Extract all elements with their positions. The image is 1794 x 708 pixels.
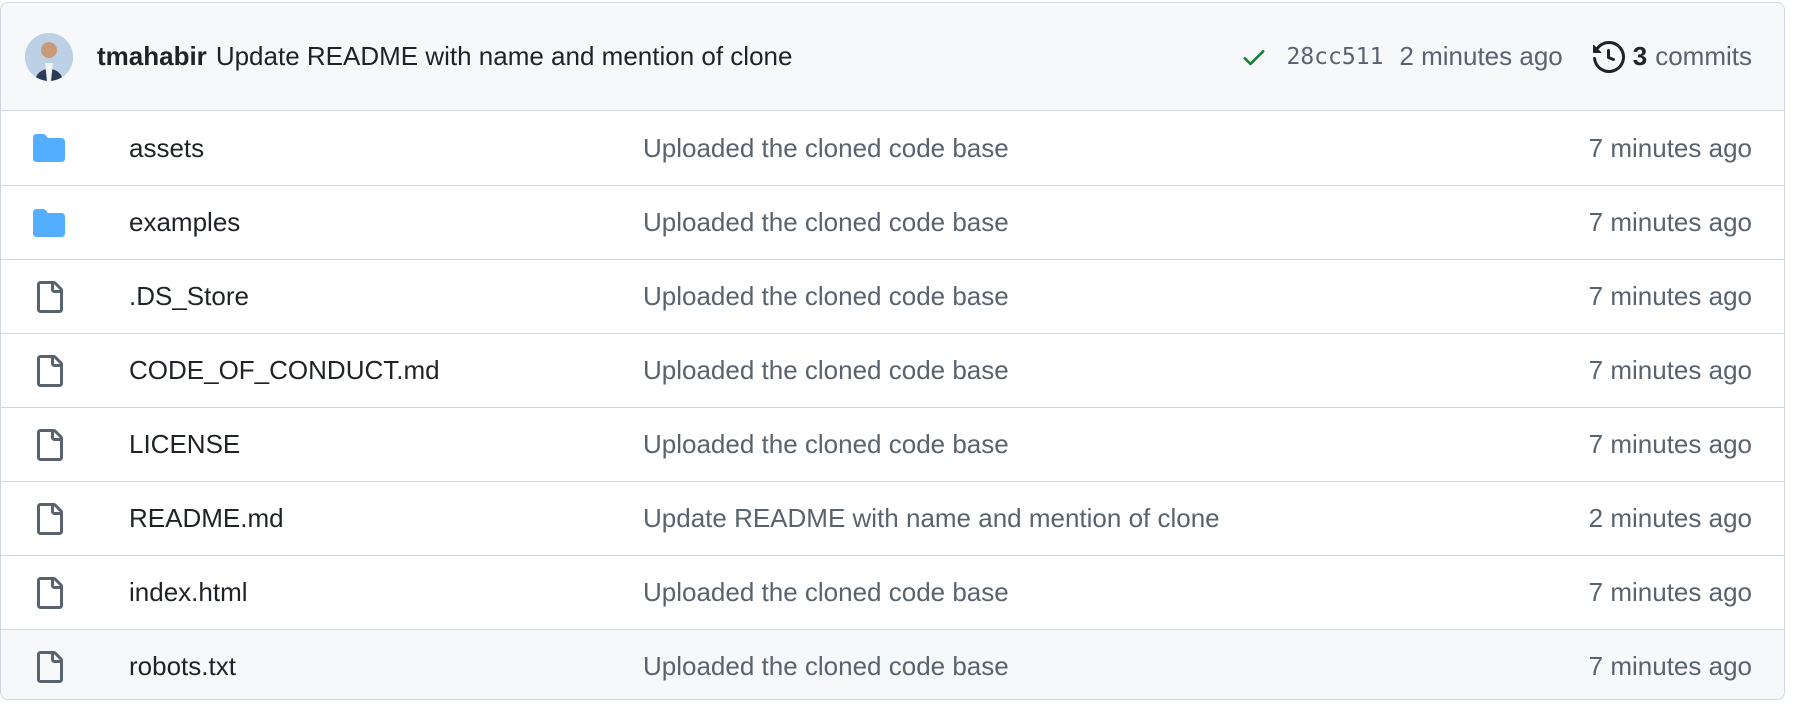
- file-icon: [33, 576, 65, 609]
- file-name-link[interactable]: index.html: [129, 577, 643, 608]
- file-commit-message-link[interactable]: Uploaded the cloned code base: [643, 281, 1589, 312]
- file-commit-time: 7 minutes ago: [1588, 651, 1752, 681]
- file-name-link[interactable]: assets: [129, 133, 643, 164]
- file-icon: [33, 650, 65, 683]
- file-commit-message-link[interactable]: Uploaded the cloned code base: [643, 355, 1589, 386]
- file-row[interactable]: CODE_OF_CONDUCT.md Uploaded the cloned c…: [1, 333, 1784, 407]
- file-name-link[interactable]: CODE_OF_CONDUCT.md: [129, 355, 643, 386]
- file-commit-time: 7 minutes ago: [1588, 281, 1752, 311]
- avatar[interactable]: [25, 32, 73, 81]
- file-name-link[interactable]: robots.txt: [129, 651, 643, 682]
- file-row[interactable]: examples Uploaded the cloned code base 7…: [1, 185, 1784, 259]
- file-icon: [33, 354, 65, 387]
- folder-icon: [33, 207, 65, 239]
- file-commit-time: 7 minutes ago: [1588, 429, 1752, 459]
- file-row[interactable]: robots.txt Uploaded the cloned code base…: [1, 629, 1784, 699]
- latest-commit-bar: tmahabir Update README with name and men…: [1, 3, 1784, 111]
- commit-count[interactable]: 3: [1633, 41, 1647, 72]
- file-commit-message-link[interactable]: Uploaded the cloned code base: [643, 651, 1589, 682]
- file-commit-message-link[interactable]: Uploaded the cloned code base: [643, 429, 1589, 460]
- file-row[interactable]: assets Uploaded the cloned code base 7 m…: [1, 111, 1784, 185]
- check-icon[interactable]: [1240, 43, 1268, 71]
- file-commit-message-link[interactable]: Uploaded the cloned code base: [643, 577, 1589, 608]
- file-commit-time: 7 minutes ago: [1588, 132, 1752, 163]
- avatar-image: [25, 32, 73, 81]
- file-commit-time: 2 minutes ago: [1588, 503, 1752, 533]
- file-list: assets Uploaded the cloned code base 7 m…: [1, 111, 1784, 699]
- file-icon: [33, 428, 65, 461]
- file-row[interactable]: README.md Update README with name and me…: [1, 481, 1784, 555]
- file-row[interactable]: LICENSE Uploaded the cloned code base 7 …: [1, 407, 1784, 481]
- file-name-link[interactable]: LICENSE: [129, 429, 643, 460]
- file-commit-time: 7 minutes ago: [1588, 207, 1752, 237]
- history-icon[interactable]: [1592, 40, 1625, 73]
- file-icon: [33, 280, 65, 313]
- file-commit-message-link[interactable]: Uploaded the cloned code base: [643, 207, 1589, 238]
- file-icon: [33, 502, 65, 535]
- commit-time: 2 minutes ago: [1399, 41, 1563, 71]
- file-name-link[interactable]: README.md: [129, 503, 643, 534]
- commits-link[interactable]: commits: [1655, 41, 1752, 72]
- file-row[interactable]: .DS_Store Uploaded the cloned code base …: [1, 259, 1784, 333]
- file-browser: tmahabir Update README with name and men…: [0, 2, 1785, 700]
- file-commit-time: 7 minutes ago: [1588, 577, 1752, 607]
- folder-icon: [33, 132, 65, 164]
- file-commit-message-link[interactable]: Uploaded the cloned code base: [643, 133, 1589, 164]
- file-name-link[interactable]: .DS_Store: [129, 281, 643, 312]
- commit-author-link[interactable]: tmahabir: [97, 41, 207, 72]
- file-commit-message-link[interactable]: Update README with name and mention of c…: [643, 503, 1589, 534]
- commit-message-link[interactable]: Update README with name and mention of c…: [216, 41, 1241, 72]
- file-commit-time: 7 minutes ago: [1588, 355, 1752, 385]
- commit-sha-link[interactable]: 28cc511: [1286, 44, 1383, 70]
- file-name-link[interactable]: examples: [129, 207, 643, 238]
- file-row[interactable]: index.html Uploaded the cloned code base…: [1, 555, 1784, 629]
